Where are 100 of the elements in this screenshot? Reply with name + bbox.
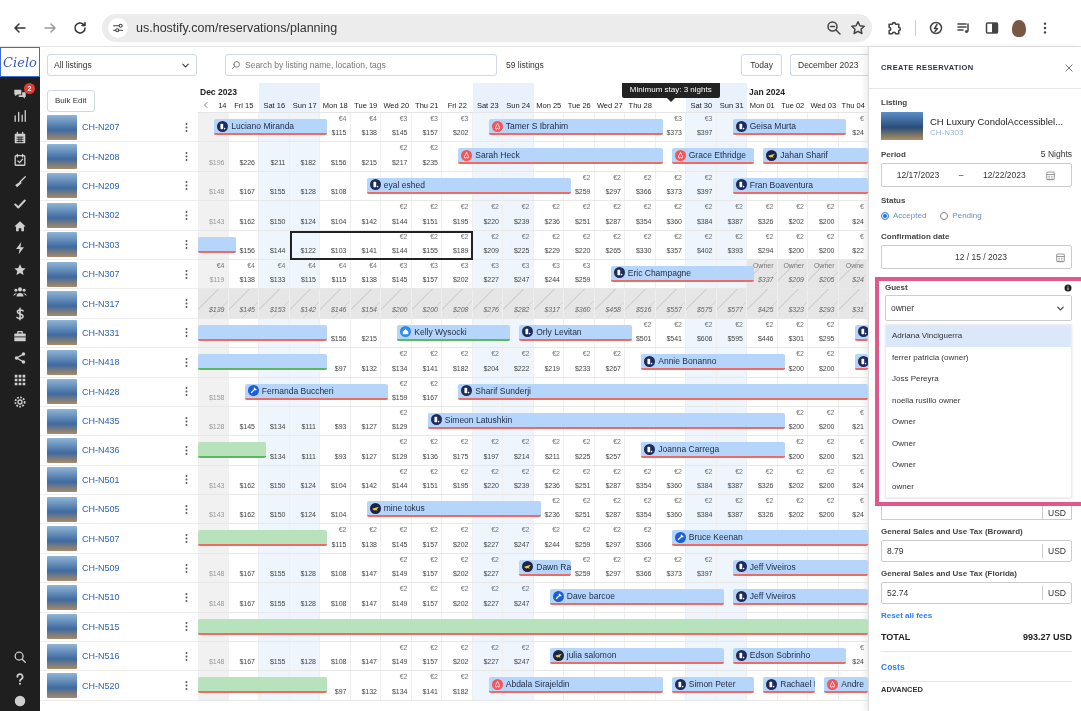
reservation-bar[interactable]: Dawn Ra <box>519 559 572 576</box>
fee-field[interactable]: 8.79 USD <box>881 540 1072 562</box>
reservation-bar[interactable]: Jeff Viveiros <box>732 589 868 606</box>
reservation-bar[interactable] <box>854 324 868 341</box>
listing-link[interactable]: CH-N509 <box>82 563 181 574</box>
reservation-bar[interactable]: Tamer S Ibrahim <box>488 119 663 135</box>
reservation-bar[interactable]: Rachael I <box>763 677 816 694</box>
listing-link[interactable]: CH-N436 <box>82 445 181 456</box>
reservation-bar[interactable]: eyal eshed <box>366 177 572 194</box>
reservation-bar[interactable]: Joanna Carrega <box>641 442 785 459</box>
today-button[interactable]: Today <box>741 54 782 76</box>
share-icon <box>13 351 27 365</box>
guest-option[interactable]: noelia rusillo owner <box>886 389 1071 411</box>
reservation-bar[interactable]: Fernanda Buccheri <box>244 383 389 400</box>
reservation-bar[interactable]: Geisa Murta <box>732 119 846 135</box>
reservation-bar[interactable] <box>854 354 868 371</box>
reservation-bar[interactable]: Fran Boaventura <box>732 177 868 194</box>
guest-name: julia salomon <box>566 650 617 661</box>
logo[interactable]: Cielo <box>0 47 40 77</box>
guest-select[interactable]: owner <box>885 295 1072 321</box>
reservation-bar[interactable]: Andre <box>824 677 868 694</box>
date-range-field[interactable]: 12/17/2023 – 12/22/2023 <box>881 163 1072 187</box>
date-field[interactable]: 12 / 15 / 2023 <box>881 245 1072 269</box>
guest-option[interactable]: ferrer patricia (owner) <box>886 346 1071 368</box>
listing-link[interactable]: CH-N302 <box>82 210 181 221</box>
guest-option[interactable]: Owner <box>886 432 1071 454</box>
guest-name: Abdala Sirajeldin <box>505 679 570 690</box>
bulk-edit-button[interactable]: Bulk Edit <box>47 89 95 112</box>
fee-field[interactable]: 52.74 USD <box>881 582 1072 604</box>
listing-link[interactable]: CH-N209 <box>82 180 181 191</box>
reservation-bar[interactable]: Dave barcoe <box>549 589 724 606</box>
channel-icon <box>735 649 747 661</box>
forward-button[interactable] <box>42 20 58 36</box>
fee-field[interactable]: USD <box>881 506 1072 520</box>
back-button[interactable] <box>12 20 28 36</box>
status-radio[interactable]: Pending <box>940 211 982 220</box>
reservation-bar[interactable]: Jeff Viveiros <box>732 559 868 576</box>
reload-button[interactable] <box>72 20 88 36</box>
chat-icon <box>13 87 27 101</box>
reservation-bar[interactable]: Sarah Heck <box>458 148 663 165</box>
guest-name: Tamer S Ibrahim <box>505 121 569 131</box>
listing-link[interactable]: CH-N515 <box>82 621 181 632</box>
guest-option[interactable]: Adriana Vinciguerra <box>886 325 1071 347</box>
listing-link[interactable]: CH-N435 <box>82 416 181 427</box>
reservation-bar[interactable]: julia salomon <box>549 648 724 665</box>
listing-link[interactable]: CH-N501 <box>82 474 181 485</box>
listing-link[interactable]: CH-N207 <box>82 122 181 133</box>
avatar-icon[interactable] <box>1012 19 1026 37</box>
reservation-bar[interactable]: Eric Champagne <box>610 265 755 282</box>
channel-icon <box>827 678 839 690</box>
chevron-left-icon <box>202 101 210 109</box>
listing-link[interactable]: CH-N307 <box>82 269 181 280</box>
reservation-bar[interactable]: Jahan Sharif <box>763 148 868 165</box>
reservation-bar[interactable]: Orly Levitan <box>519 324 633 341</box>
listing-link[interactable]: CH-N505 <box>82 504 181 515</box>
listing-link[interactable]: CH-N317 <box>82 298 181 309</box>
reservation-bar[interactable]: Grace Ethridge <box>671 148 755 165</box>
guest-option[interactable]: Owner <box>886 411 1071 433</box>
search-field[interactable]: Search by listing name, location, tags <box>225 54 497 76</box>
reservation-bar[interactable]: Annie Bonanno <box>641 354 785 371</box>
address-bar[interactable]: us.hostify.com/reservations/planning <box>102 14 872 42</box>
field-label: General Sales and Use Tax (Broward) <box>881 527 1024 536</box>
guest-name: Rachael I <box>780 679 816 690</box>
reservation-bar[interactable]: Simeon Latushkin <box>427 412 785 429</box>
reservation-bar[interactable]: Luciano Miranda <box>214 119 328 135</box>
guest-option[interactable]: Joss Pereyra <box>886 368 1071 390</box>
photo-placeholder <box>47 614 77 640</box>
users-icon <box>13 285 27 299</box>
listing-link[interactable]: CH-N516 <box>82 651 181 662</box>
costs-link[interactable]: Costs <box>881 662 905 672</box>
listing-link[interactable]: CH-N208 <box>82 151 181 162</box>
close-button[interactable] <box>1064 62 1074 73</box>
listing-filter-dropdown[interactable]: All listings <box>47 54 197 76</box>
guest-name: Sharif Sunderji <box>475 385 531 396</box>
reservation-bar[interactable]: Sharif Sunderji <box>458 383 868 400</box>
reservation-bar[interactable]: Kelly Wysocki <box>397 324 511 341</box>
guest-name: Orly Levitan <box>536 326 582 337</box>
listing-link[interactable]: CH-N507 <box>82 533 181 544</box>
reservation-bar[interactable]: Bruce Keenan <box>671 530 868 547</box>
guest-option[interactable]: owner <box>886 475 1071 497</box>
gear-icon <box>13 395 27 409</box>
reservation-bar[interactable]: Simon Peter <box>671 677 755 694</box>
info-icon <box>1064 283 1072 292</box>
guest-name: Fernanda Buccheri <box>261 385 334 396</box>
listing-link[interactable]: CH-N303 <box>82 239 181 250</box>
listing-link[interactable]: CH-N510 <box>82 592 181 603</box>
guest-option[interactable]: Owner <box>886 454 1071 476</box>
guest-name: Dawn Ra <box>536 561 572 572</box>
reset-fees-link[interactable]: Reset all fees <box>881 611 933 620</box>
reservation-bar[interactable]: Abdala Sirajeldin <box>488 677 663 694</box>
listing-link[interactable]: CH-N331 <box>82 327 181 338</box>
channel-icon <box>644 443 656 455</box>
reservation-bar[interactable]: mine tokus <box>366 501 541 518</box>
guest-name: mine tokus <box>383 503 425 514</box>
guest-name: Sarah Heck <box>475 150 520 161</box>
listing-link[interactable]: CH-N418 <box>82 357 181 368</box>
listing-link[interactable]: CH-N428 <box>82 386 181 397</box>
reservation-bar[interactable]: Edson Sobrinho <box>732 648 846 665</box>
listing-link[interactable]: CH-N520 <box>82 680 181 691</box>
status-radio[interactable]: Accepted <box>881 211 927 220</box>
